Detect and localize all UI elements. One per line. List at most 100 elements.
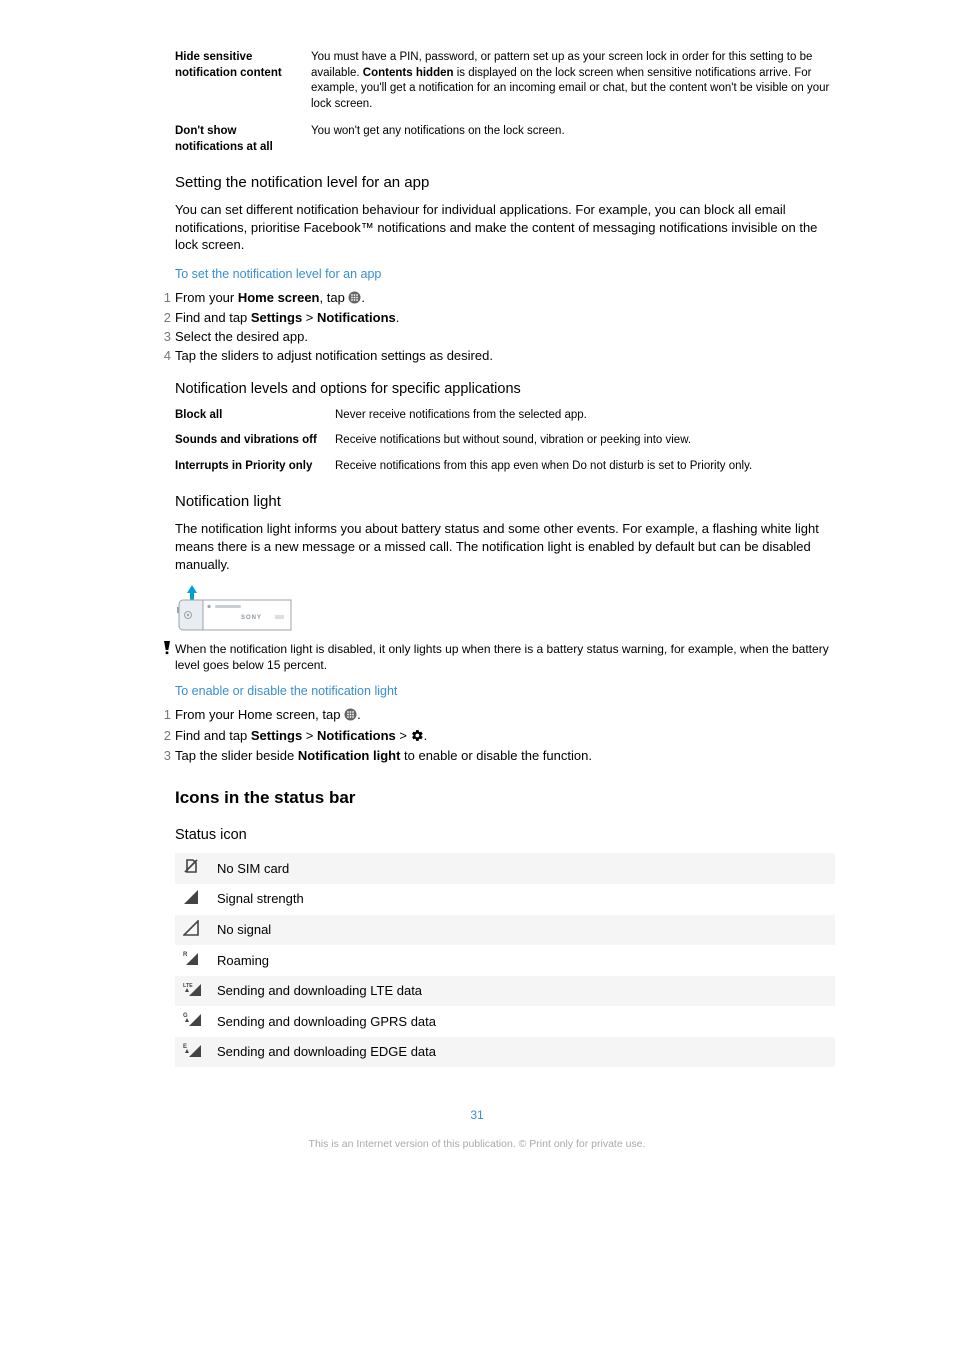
text: .	[424, 728, 428, 743]
bold-text: Settings	[251, 310, 302, 325]
bold-text: Home screen	[238, 290, 320, 305]
heading-status-icon: Status icon	[175, 826, 835, 846]
svg-text:R: R	[183, 952, 188, 958]
step-number: 1	[157, 706, 171, 724]
page-number: 31	[0, 1107, 954, 1123]
apps-icon	[348, 291, 361, 309]
text: .	[357, 707, 361, 722]
def-row-hide-sensitive: Hide sensitive notification content You …	[175, 50, 835, 112]
status-label: No signal	[211, 921, 827, 939]
step-number: 1	[157, 289, 171, 307]
text: >	[302, 728, 317, 743]
step-number: 2	[157, 309, 171, 327]
status-label: Sending and downloading EDGE data	[211, 1043, 827, 1061]
warning-note: When the notification light is disabled,…	[157, 641, 835, 673]
status-label: Sending and downloading GPRS data	[211, 1013, 827, 1031]
level-term: Interrupts in Priority only	[175, 459, 335, 475]
level-term: Block all	[175, 408, 335, 424]
svg-text:E: E	[183, 1044, 187, 1050]
text: Tap the sliders to adjust notification s…	[175, 348, 493, 363]
link-heading-enable-light: To enable or disable the notification li…	[175, 683, 835, 700]
level-body: Receive notifications from this app even…	[335, 459, 835, 475]
signal-icon	[183, 889, 211, 910]
status-row-lte: LTE Sending and downloading LTE data	[175, 976, 835, 1007]
step-item: 1 From your Home screen, tap .	[157, 706, 835, 726]
level-body: Never receive notifications from the sel…	[335, 408, 835, 424]
status-row-edge: E Sending and downloading EDGE data	[175, 1037, 835, 1068]
no-sim-icon	[183, 858, 211, 879]
warning-icon	[157, 641, 175, 673]
text: From your Home screen, tap	[175, 707, 344, 722]
status-label: Sending and downloading LTE data	[211, 982, 827, 1000]
status-label: No SIM card	[211, 860, 827, 878]
steps-enable-light: 1 From your Home screen, tap . 2 Find an…	[157, 706, 835, 765]
status-label: Roaming	[211, 952, 827, 970]
level-row: Block all Never receive notifications fr…	[175, 408, 835, 424]
step-number: 3	[157, 328, 171, 346]
text: You won't get any notifications on the l…	[311, 125, 565, 137]
level-body: Receive notifications but without sound,…	[335, 433, 835, 449]
text: , tap	[320, 290, 349, 305]
footer-note: This is an Internet version of this publ…	[0, 1137, 954, 1151]
status-icon-table: No SIM card Signal strength No signal	[175, 853, 835, 1067]
status-row-roaming: R Roaming	[175, 945, 835, 976]
text: >	[396, 728, 411, 743]
level-row: Interrupts in Priority only Receive noti…	[175, 459, 835, 475]
text: >	[302, 310, 317, 325]
step-number: 3	[157, 747, 171, 765]
heading-setting-level: Setting the notification level for an ap…	[175, 173, 835, 193]
svg-text:G: G	[183, 1013, 188, 1019]
gear-icon	[411, 729, 424, 747]
step-item: 3 Tap the slider beside Notification lig…	[157, 747, 835, 765]
status-row-no-signal: No signal	[175, 915, 835, 946]
text: to enable or disable the function.	[400, 748, 592, 763]
text: Find and tap	[175, 310, 251, 325]
edge-icon: E	[183, 1042, 211, 1063]
heading-icons-statusbar: Icons in the status bar	[175, 787, 835, 810]
status-label: Signal strength	[211, 890, 827, 908]
def-body: You won't get any notifications on the l…	[311, 124, 835, 155]
roaming-icon: R	[183, 950, 211, 971]
text: Select the desired app.	[175, 329, 308, 344]
no-signal-icon	[183, 920, 211, 941]
bold-text: Notification light	[298, 748, 401, 763]
link-heading-set-level: To set the notification level for an app	[175, 266, 835, 283]
heading-notification-light: Notification light	[175, 492, 835, 512]
gprs-icon: G	[183, 1011, 211, 1032]
paragraph: You can set different notification behav…	[175, 201, 835, 254]
phone-figure: SONY	[175, 585, 835, 631]
def-term: Hide sensitive notification content	[175, 50, 311, 112]
text: Tap the slider beside	[175, 748, 298, 763]
status-row-no-sim: No SIM card	[175, 853, 835, 884]
bold-text: Settings	[251, 728, 302, 743]
step-number: 4	[157, 347, 171, 365]
apps-icon	[344, 708, 357, 726]
level-term: Sounds and vibrations off	[175, 433, 335, 449]
def-body: You must have a PIN, password, or patter…	[311, 50, 835, 112]
step-item: 2 Find and tap Settings > Notifications.	[157, 309, 835, 327]
step-item: 1 From your Home screen, tap .	[157, 289, 835, 309]
bold-text: Notifications	[317, 310, 396, 325]
step-item: 4 Tap the sliders to adjust notification…	[157, 347, 835, 365]
text: From your	[175, 290, 238, 305]
step-item: 2 Find and tap Settings > Notifications …	[157, 727, 835, 747]
paragraph: The notification light informs you about…	[175, 520, 835, 573]
bold-text: Notifications	[317, 728, 396, 743]
bold-text: Contents hidden	[363, 67, 454, 79]
lte-icon: LTE	[183, 981, 211, 1002]
text: .	[361, 290, 365, 305]
step-item: 3 Select the desired app.	[157, 328, 835, 346]
text: Find and tap	[175, 728, 251, 743]
status-row-gprs: G Sending and downloading GPRS data	[175, 1006, 835, 1037]
steps-set-level: 1 From your Home screen, tap . 2 Find an…	[157, 289, 835, 364]
text: .	[396, 310, 400, 325]
def-row-dont-show: Don't show notifications at all You won'…	[175, 124, 835, 155]
level-row: Sounds and vibrations off Receive notifi…	[175, 433, 835, 449]
warning-text: When the notification light is disabled,…	[175, 641, 835, 673]
svg-text:LTE: LTE	[183, 983, 193, 989]
status-row-signal: Signal strength	[175, 884, 835, 915]
heading-levels-options: Notification levels and options for spec…	[175, 380, 835, 400]
svg-text:SONY: SONY	[241, 615, 262, 621]
def-term: Don't show notifications at all	[175, 124, 311, 155]
levels-table: Block all Never receive notifications fr…	[175, 408, 835, 475]
